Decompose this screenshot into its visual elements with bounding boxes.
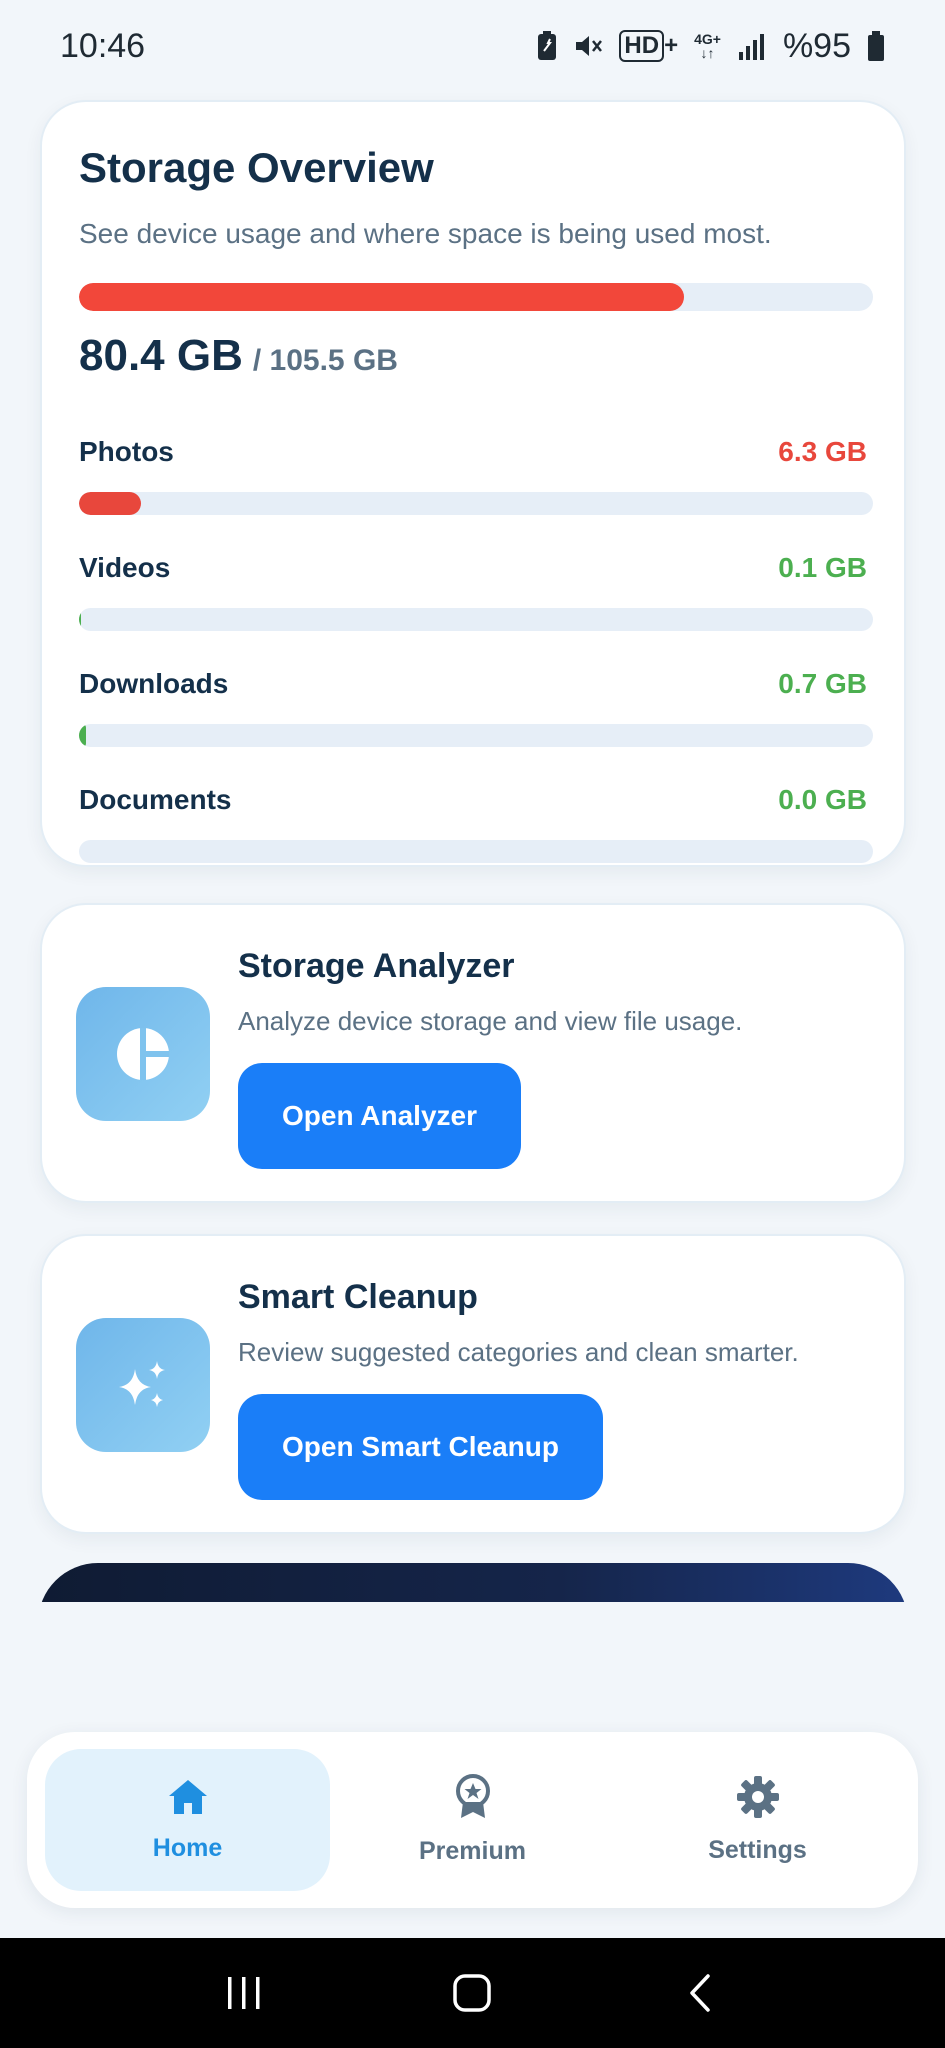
recent-apps-button[interactable]	[204, 1953, 284, 2033]
analyzer-subtitle: Analyze device storage and view file usa…	[238, 1006, 743, 1036]
category-downloads[interactable]: Downloads 0.7 GB	[79, 664, 873, 747]
nav-premium[interactable]: Premium	[330, 1749, 615, 1891]
overview-title: Storage Overview	[79, 144, 434, 191]
nav-home-label: Home	[152, 1834, 223, 1862]
storage-analyzer-card: Storage Analyzer Analyze device storage …	[40, 903, 906, 1203]
nav-settings-label: Settings	[708, 1836, 807, 1864]
cleanup-text: Smart Cleanup Review suggested categorie…	[238, 1278, 874, 1368]
category-value: 0.0 GB	[778, 784, 867, 815]
storage-total-value: / 105.5 GB	[252, 344, 398, 377]
bottom-navigation: Home Premium Settings	[27, 1732, 918, 1908]
status-time: 10:46	[60, 26, 146, 65]
signal-icon	[737, 32, 767, 60]
category-head: Documents 0.0 GB	[79, 780, 867, 820]
status-bar: 10:46 HD + 4G+ ↓↑ %95	[0, 0, 945, 92]
network-gen: 4G+	[694, 31, 721, 47]
network-type-icon: 4G+ ↓↑	[694, 32, 721, 60]
battery-percent: %95	[782, 26, 851, 65]
nav-home[interactable]: Home	[45, 1749, 330, 1891]
nav-settings[interactable]: Settings	[615, 1749, 900, 1891]
hd-icon: HD +	[619, 30, 678, 62]
cleanup-title: Smart Cleanup	[238, 1278, 478, 1316]
status-icons: HD + 4G+ ↓↑ %95	[537, 27, 885, 66]
category-bar-fill	[79, 492, 141, 515]
category-name: Photos	[79, 436, 174, 467]
category-bar	[79, 492, 873, 515]
category-photos[interactable]: Photos 6.3 GB	[79, 432, 873, 515]
category-list: Photos 6.3 GB Videos 0.1 GB Downloads 0.…	[79, 432, 873, 863]
category-bar-fill	[79, 608, 82, 631]
category-name: Documents	[79, 784, 232, 815]
home-icon	[167, 1777, 209, 1822]
battery-saver-icon	[537, 31, 557, 61]
category-value: 0.7 GB	[778, 668, 867, 699]
category-bar	[79, 724, 873, 747]
storage-used-line: 80.4 GB / 105.5 GB	[79, 331, 867, 381]
award-icon	[453, 1774, 493, 1825]
category-value: 0.1 GB	[778, 552, 867, 583]
smart-cleanup-card: Smart Cleanup Review suggested categorie…	[40, 1234, 906, 1534]
overview-subtitle: See device usage and where space is bein…	[79, 218, 772, 249]
category-bar	[79, 840, 873, 863]
hd-badge: HD	[619, 30, 665, 62]
category-head: Videos 0.1 GB	[79, 548, 867, 588]
category-name: Videos	[79, 552, 171, 583]
category-videos[interactable]: Videos 0.1 GB	[79, 548, 873, 631]
analyzer-title: Storage Analyzer	[238, 947, 515, 985]
category-value: 6.3 GB	[778, 436, 867, 467]
pie-chart-icon	[76, 987, 210, 1121]
category-documents[interactable]: Documents 0.0 GB	[79, 780, 873, 863]
category-head: Photos 6.3 GB	[79, 432, 867, 472]
category-bar-fill	[79, 724, 87, 747]
mute-icon	[573, 31, 603, 61]
sparkle-icon	[76, 1318, 210, 1452]
storage-usage-fill	[79, 283, 685, 311]
back-button[interactable]	[661, 1953, 741, 2033]
home-button[interactable]	[432, 1953, 512, 2033]
open-analyzer-button[interactable]: Open Analyzer	[238, 1063, 521, 1169]
system-navigation-bar	[0, 1938, 945, 2048]
analyzer-text: Storage Analyzer Analyze device storage …	[238, 947, 874, 1037]
category-head: Downloads 0.7 GB	[79, 664, 867, 704]
category-bar	[79, 608, 873, 631]
storage-usage-bar	[79, 283, 873, 311]
storage-used-value: 80.4 GB	[79, 331, 243, 380]
nav-premium-label: Premium	[419, 1837, 526, 1865]
open-smart-cleanup-button[interactable]: Open Smart Cleanup	[238, 1394, 603, 1500]
arrows: ↓↑	[700, 45, 715, 61]
cleanup-subtitle: Review suggested categories and clean sm…	[238, 1337, 799, 1367]
storage-overview-card: Storage Overview See device usage and wh…	[40, 100, 906, 867]
battery-icon	[867, 31, 885, 61]
gear-icon	[736, 1775, 780, 1824]
category-name: Downloads	[79, 668, 229, 699]
